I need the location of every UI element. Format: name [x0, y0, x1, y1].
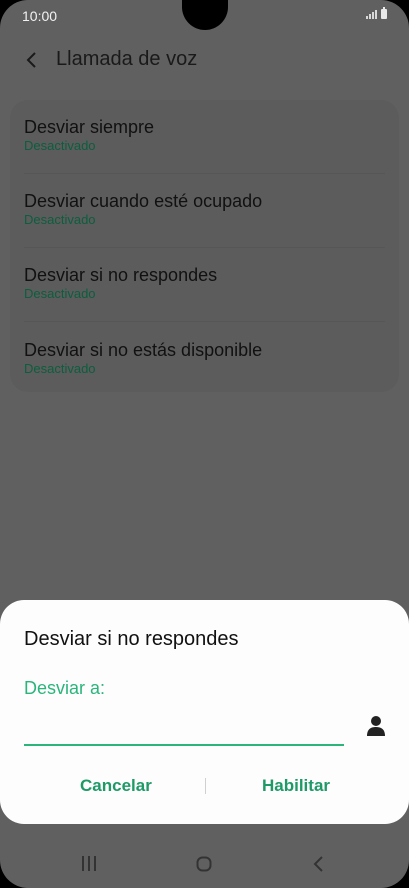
status-bar: 10:00 [0, 0, 409, 32]
back-icon[interactable] [22, 48, 42, 72]
list-item-title: Desviar si no estás disponible [24, 340, 263, 360]
recent-apps-icon[interactable] [82, 856, 98, 872]
list-item-status: Desactivado [24, 138, 96, 153]
list-item-no-answer[interactable]: Desviar si no respondes Desactivado [24, 264, 385, 302]
nav-back-icon[interactable] [312, 854, 326, 874]
list-item-busy[interactable]: Desviar cuando esté ocupado Desactivado [24, 190, 385, 228]
list-item-status: Desactivado [24, 361, 96, 376]
list-item-always[interactable]: Desviar siempre Desactivado [24, 116, 385, 154]
camera-notch [182, 0, 228, 30]
list-item-title: Desviar siempre [24, 117, 155, 137]
forward-dialog: Desviar si no respondes Desviar a: Cance… [0, 600, 409, 824]
forwarding-options-list: Desviar siempre Desactivado Desviar cuan… [10, 100, 399, 392]
divider [24, 247, 385, 248]
enable-button[interactable]: Habilitar [262, 776, 330, 796]
list-item-unreachable[interactable]: Desviar si no estás disponible Desactiva… [24, 339, 385, 377]
button-divider [205, 778, 206, 794]
battery-icon [381, 7, 387, 19]
app-bar: Llamada de voz [0, 40, 409, 80]
home-icon[interactable] [196, 856, 212, 872]
forward-number-input[interactable] [24, 708, 344, 746]
system-icons [366, 7, 387, 19]
forward-to-label: Desviar a: [24, 678, 106, 698]
phone-screen: 10:00 Llamada de voz Desviar siempre Des… [0, 0, 409, 888]
divider [24, 321, 385, 322]
cancel-button[interactable]: Cancelar [80, 776, 152, 796]
list-item-title: Desviar si no respondes [24, 265, 218, 285]
list-item-title: Desviar cuando esté ocupado [24, 191, 263, 211]
navigation-bar [0, 836, 409, 888]
status-time: 10:00 [22, 8, 58, 24]
dialog-title: Desviar si no respondes [24, 628, 239, 650]
page-title: Llamada de voz [56, 48, 198, 70]
list-item-status: Desactivado [24, 286, 96, 301]
divider [24, 173, 385, 174]
list-item-status: Desactivado [24, 212, 96, 227]
signal-icon [366, 9, 377, 19]
contact-icon[interactable] [366, 714, 386, 738]
